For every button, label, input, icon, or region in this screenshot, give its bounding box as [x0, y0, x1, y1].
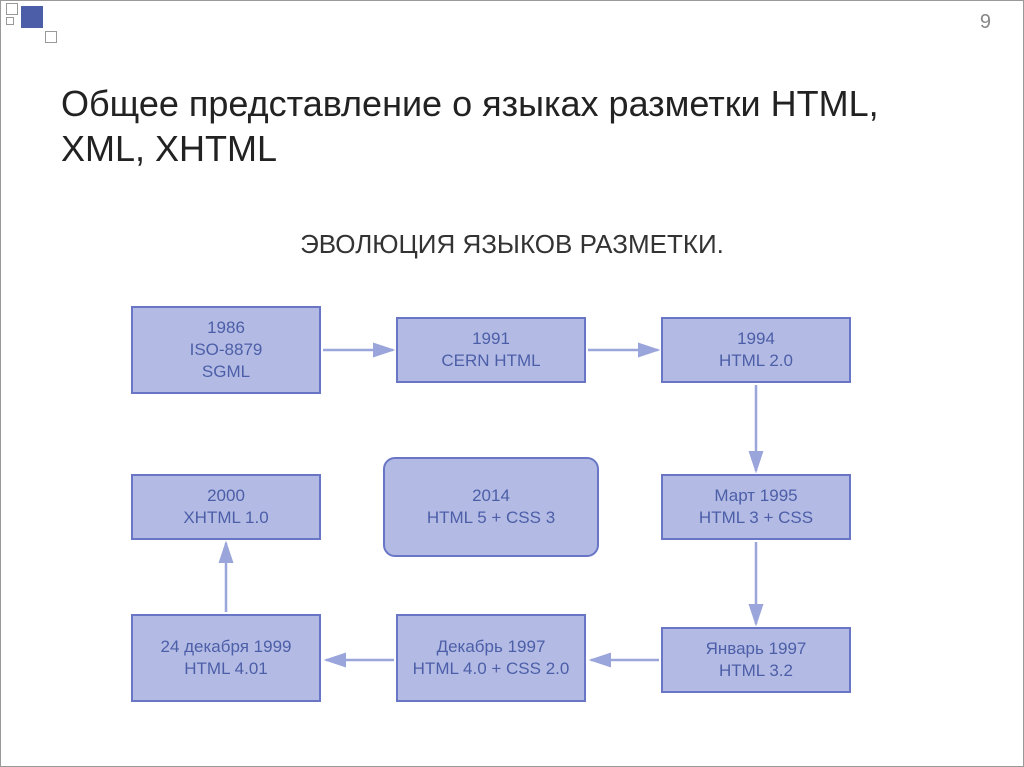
slide: 9 Общее представление о языках разметки … [0, 0, 1024, 767]
corner-decoration [1, 1, 71, 36]
box-html32: Январь 1997HTML 3.2 [661, 627, 851, 693]
slide-subtitle: ЭВОЛЮЦИЯ ЯЗЫКОВ РАЗМЕТКИ. [1, 229, 1023, 260]
box-html3: Март 1995HTML 3 + CSS [661, 474, 851, 540]
box-sgml: 1986ISO-8879SGML [131, 306, 321, 394]
box-xhtml: 2000XHTML 1.0 [131, 474, 321, 540]
box-cern: 1991CERN HTML [396, 317, 586, 383]
evolution-diagram: 1986ISO-8879SGML 1991CERN HTML 1994HTML … [101, 291, 921, 731]
page-number: 9 [980, 11, 991, 34]
slide-title: Общее представление о языках разметки HT… [61, 81, 963, 171]
box-html40: Декабрь 1997HTML 4.0 + CSS 2.0 [396, 614, 586, 702]
box-html5: 2014HTML 5 + CSS 3 [383, 457, 599, 557]
box-html401: 24 декабря 1999HTML 4.01 [131, 614, 321, 702]
box-html20: 1994HTML 2.0 [661, 317, 851, 383]
